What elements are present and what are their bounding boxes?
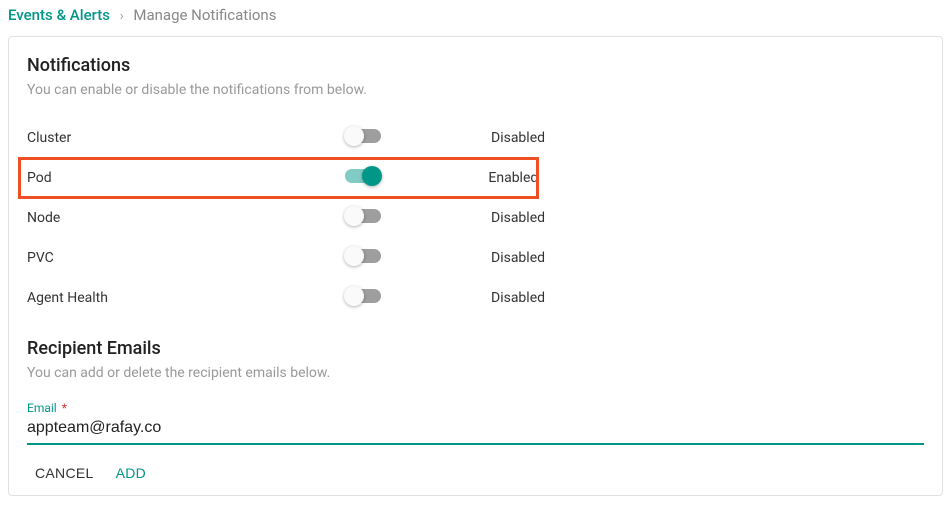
email-input[interactable] (27, 415, 924, 445)
breadcrumb-root[interactable]: Events & Alerts (8, 6, 110, 24)
breadcrumb-separator: › (120, 9, 124, 24)
toggle-thumb (344, 286, 364, 306)
toggle-thumb (362, 166, 382, 186)
notification-row: Agent Health Disabled (27, 278, 924, 318)
email-required-mark: * (62, 401, 67, 415)
add-button[interactable]: ADD (116, 461, 146, 485)
recipient-section: Recipient Emails You can add or delete t… (27, 338, 924, 485)
notification-label: PVC (27, 250, 347, 266)
notifications-title: Notifications (27, 55, 924, 76)
notification-row: Pod Enabled (19, 158, 538, 198)
toggle-switch[interactable] (345, 169, 379, 183)
email-label: Email * (27, 401, 924, 415)
notification-label: Agent Health (27, 290, 347, 306)
breadcrumb-current: Manage Notifications (133, 6, 276, 24)
notification-state: Disabled (491, 250, 545, 266)
notification-label: Cluster (27, 130, 347, 146)
notifications-card: Notifications You can enable or disable … (8, 36, 943, 496)
notification-state: Disabled (491, 210, 545, 226)
toggle-switch[interactable] (347, 289, 381, 303)
notification-row: Node Disabled (27, 198, 924, 238)
toggle-switch[interactable] (347, 129, 381, 143)
notification-label: Node (27, 210, 347, 226)
email-label-text: Email (27, 401, 57, 415)
toggle-thumb (344, 206, 364, 226)
notification-row: PVC Disabled (27, 238, 924, 278)
notifications-subtitle: You can enable or disable the notificati… (27, 82, 924, 98)
toggle-thumb (344, 126, 364, 146)
action-row: CANCEL ADD (27, 461, 924, 485)
toggle-switch[interactable] (347, 249, 381, 263)
toggle-cell (347, 129, 491, 147)
notification-row: Cluster Disabled (27, 118, 924, 158)
notification-state: Disabled (491, 290, 545, 306)
notification-label: Pod (27, 170, 345, 186)
recipients-subtitle: You can add or delete the recipient emai… (27, 365, 924, 381)
toggle-thumb (344, 246, 364, 266)
notification-rows: ClusterDisabledPodEnabledNodeDisabledPVC… (27, 118, 924, 318)
notification-state: Enabled (488, 170, 538, 186)
breadcrumb: Events & Alerts › Manage Notifications (8, 6, 943, 24)
toggle-cell (347, 209, 491, 227)
cancel-button[interactable]: CANCEL (35, 461, 94, 485)
notification-state: Disabled (491, 130, 545, 146)
toggle-cell (347, 289, 491, 307)
recipients-title: Recipient Emails (27, 338, 924, 359)
toggle-cell (345, 169, 488, 187)
toggle-cell (347, 249, 491, 267)
toggle-switch[interactable] (347, 209, 381, 223)
email-field-block: Email * (27, 401, 924, 445)
